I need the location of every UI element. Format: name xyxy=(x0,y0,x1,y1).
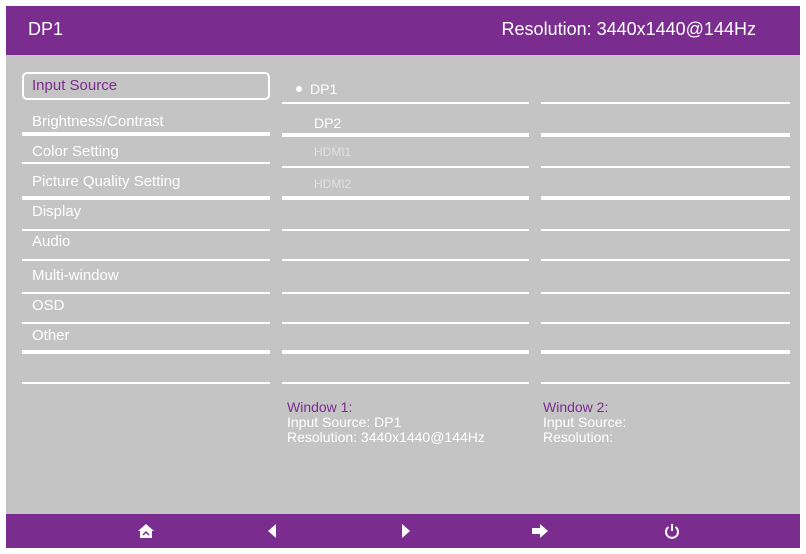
current-input-title: DP1 xyxy=(28,19,64,39)
menu-item-osd[interactable]: OSD xyxy=(22,293,270,321)
source-item-hdmi1[interactable]: HDMI1 xyxy=(288,139,351,165)
source-divider xyxy=(282,133,529,137)
menu-item-audio[interactable]: Audio xyxy=(22,229,270,257)
source-divider xyxy=(282,102,529,104)
window2-title: Window 2: xyxy=(543,399,609,415)
column-divider xyxy=(541,292,790,294)
enter-icon xyxy=(532,524,548,538)
window2-info: Window 2: Input Source: Resolution: xyxy=(543,400,626,445)
column-divider xyxy=(541,229,790,231)
menu-item-display[interactable]: Display xyxy=(22,199,270,227)
source-item-dp1[interactable]: DP1 xyxy=(288,76,337,102)
column-divider xyxy=(541,382,790,384)
source-divider xyxy=(282,259,529,261)
source-divider xyxy=(282,350,529,354)
source-divider xyxy=(282,229,529,231)
source-divider xyxy=(282,382,529,384)
enter-button[interactable] xyxy=(530,522,550,540)
source-item-hdmi2[interactable]: HDMI2 xyxy=(288,171,351,197)
menu-item-color-setting[interactable]: Color Setting xyxy=(22,139,270,167)
column-divider xyxy=(541,322,790,324)
home-button[interactable] xyxy=(136,522,156,540)
menu-item-picture-quality[interactable]: Picture Quality Setting xyxy=(22,169,270,197)
menu-divider xyxy=(22,382,270,384)
selected-bullet-icon xyxy=(296,86,302,93)
source-divider xyxy=(282,196,529,200)
window1-resolution: Resolution: 3440x1440@144Hz xyxy=(287,429,485,445)
window1-title: Window 1: xyxy=(287,399,353,415)
window1-input-source: Input Source: DP1 xyxy=(287,414,402,430)
source-divider xyxy=(282,322,529,324)
menu-item-input-source[interactable]: Input Source xyxy=(22,72,270,100)
header-resolution: Resolution: 3440x1440@144Hz xyxy=(501,19,756,39)
menu-divider xyxy=(22,259,270,261)
right-button[interactable] xyxy=(396,522,416,540)
window2-resolution: Resolution: xyxy=(543,429,614,445)
arrow-left-icon xyxy=(268,524,276,538)
menu-item-multi-window[interactable]: Multi-window xyxy=(22,263,270,291)
source-divider xyxy=(282,292,529,294)
column-divider xyxy=(541,166,790,168)
arrow-right-icon xyxy=(402,524,410,538)
header-bar: DP1 Resolution: 3440x1440@144Hz xyxy=(6,6,800,55)
power-button[interactable] xyxy=(662,522,682,540)
power-icon xyxy=(665,524,679,539)
window2-input-source: Input Source: xyxy=(543,414,627,430)
menu-item-other[interactable]: Other xyxy=(22,323,270,351)
window1-info: Window 1: Input Source: DP1 Resolution: … xyxy=(287,400,485,445)
left-button[interactable] xyxy=(262,522,282,540)
column-divider xyxy=(541,196,790,200)
home-icon xyxy=(138,524,154,538)
column-divider xyxy=(541,350,790,354)
column-divider xyxy=(541,259,790,261)
osd-window: DP1 Resolution: 3440x1440@144Hz Input So… xyxy=(6,6,800,548)
source-divider xyxy=(282,166,529,168)
column-divider xyxy=(541,102,790,104)
menu-item-brightness-contrast[interactable]: Brightness/Contrast xyxy=(22,109,270,137)
column-divider xyxy=(541,133,790,137)
footer-bar xyxy=(6,514,800,548)
